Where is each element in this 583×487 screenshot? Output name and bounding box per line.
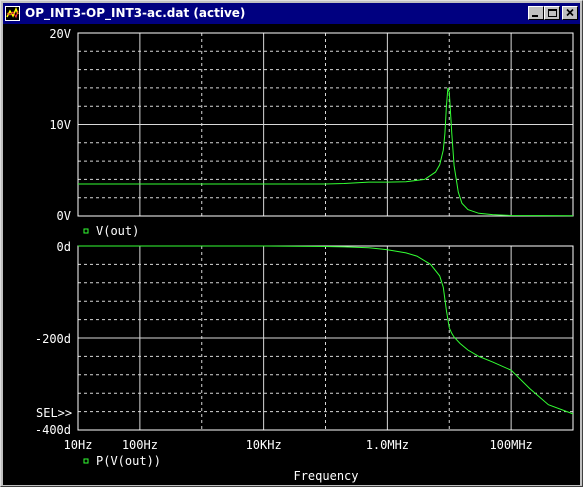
lower-y-tick-label: -200d — [35, 332, 71, 346]
probe-app-icon[interactable] — [5, 6, 20, 21]
minimize-icon — [532, 15, 538, 17]
close-icon — [566, 8, 574, 17]
lower-y-tick-label: 0d — [57, 240, 71, 254]
upper-y-tick-labels: 20V 10V 0V — [49, 27, 71, 223]
probe-window: OP_INT3-OP_INT3-ac.dat (active) 20V 10V … — [0, 0, 583, 487]
x-tick-label: 10Hz — [64, 438, 93, 452]
x-tick-label: 10KHz — [246, 438, 282, 452]
maximize-button[interactable] — [544, 6, 560, 20]
window-title: OP_INT3-OP_INT3-ac.dat (active) — [25, 6, 246, 20]
plot-area[interactable]: 20V 10V 0V V(out) 0d -200d -400d SEL>> 1… — [3, 24, 580, 485]
upper-plot-grid — [78, 33, 573, 216]
lower-legend[interactable]: P(V(out)) — [83, 454, 161, 468]
x-axis-label: Frequency — [293, 469, 358, 483]
title-bar[interactable]: OP_INT3-OP_INT3-ac.dat (active) — [3, 3, 580, 24]
upper-trace-label[interactable]: V(out) — [96, 224, 139, 238]
upper-y-tick-label: 0V — [57, 209, 71, 223]
plot-canvas[interactable]: 20V 10V 0V V(out) 0d -200d -400d SEL>> 1… — [3, 24, 580, 485]
lower-trace-label[interactable]: P(V(out)) — [96, 454, 161, 468]
upper-y-tick-label: 10V — [49, 118, 71, 132]
p-v-out-legend-marker — [83, 458, 89, 464]
close-button[interactable] — [562, 6, 578, 20]
x-tick-label: 100Hz — [122, 438, 158, 452]
x-tick-labels: 10Hz 100Hz 10KHz 1.0MHz 100MHz — [64, 438, 533, 452]
lower-y-tick-label: -400d — [35, 423, 71, 437]
x-tick-label: 1.0MHz — [366, 438, 409, 452]
v-out-legend-marker — [83, 228, 89, 234]
upper-legend[interactable]: V(out) — [83, 224, 139, 238]
x-tick-label: 100MHz — [489, 438, 532, 452]
maximize-icon — [548, 9, 557, 17]
upper-y-tick-label: 20V — [49, 27, 71, 41]
lower-plot-grid — [78, 246, 573, 430]
selected-plot-marker[interactable]: SEL>> — [36, 406, 72, 420]
minimize-button[interactable] — [528, 6, 544, 20]
